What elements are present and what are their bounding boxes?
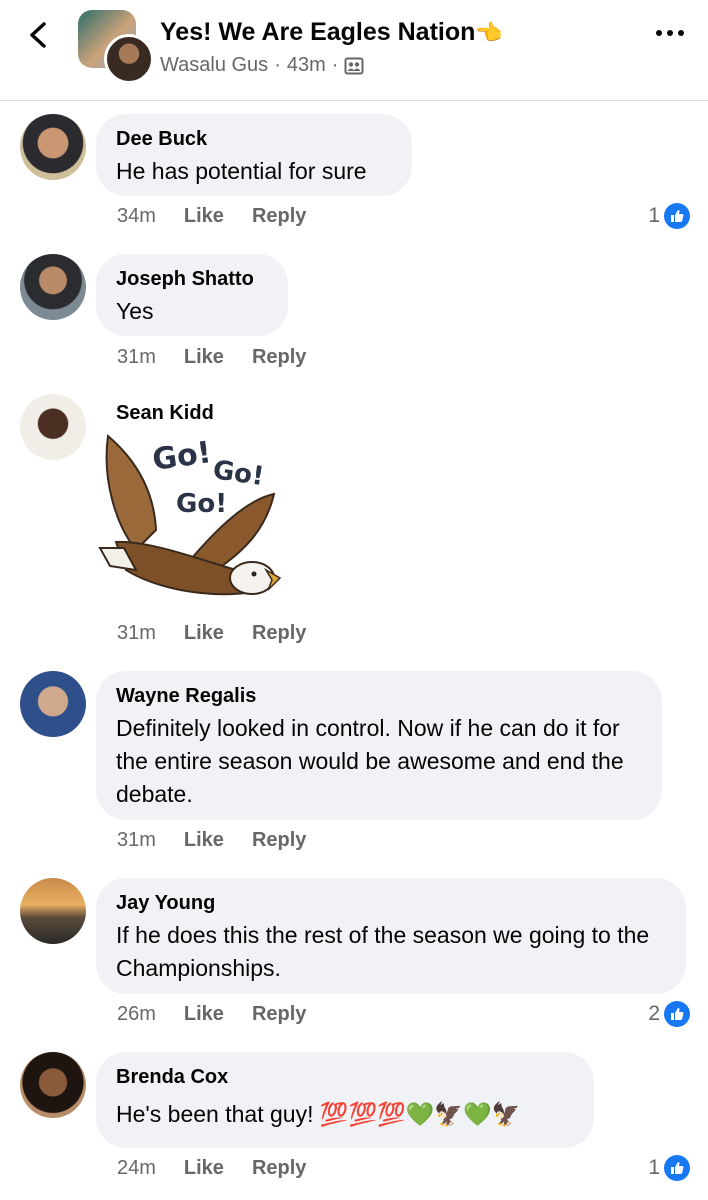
avatar[interactable] [20, 671, 86, 737]
like-button[interactable]: Like [184, 829, 224, 852]
comment-time[interactable]: 31m [117, 829, 156, 852]
group-name: Yes! We Are Eagles Nation [160, 18, 476, 46]
pointing-hand-emoji: 👈 [475, 20, 503, 45]
avatar[interactable] [20, 1052, 86, 1118]
avatar[interactable] [20, 114, 86, 180]
reply-button[interactable]: Reply [252, 622, 306, 645]
poster-avatar[interactable] [104, 34, 154, 84]
comment-bubble: Jay Young If he does this the rest of th… [96, 878, 686, 994]
more-options-icon[interactable] [656, 30, 684, 36]
comment-time[interactable]: 26m [117, 1003, 156, 1026]
comment-actions: 31m Like Reply [117, 829, 306, 852]
comment-bubble: Wayne Regalis Definitely looked in contr… [96, 671, 662, 820]
like-button[interactable]: Like [184, 346, 224, 369]
comment-actions: 24m Like Reply [117, 1157, 306, 1180]
post-time[interactable]: 43m [287, 54, 326, 77]
comment-actions: 31m Like Reply [117, 622, 306, 645]
avatar[interactable] [20, 878, 86, 944]
separator: · [331, 54, 339, 76]
reply-button[interactable]: Reply [252, 205, 306, 228]
comment-time[interactable]: 31m [117, 346, 156, 369]
reply-button[interactable]: Reply [252, 1003, 306, 1026]
poster-name[interactable]: Wasalu Gus [160, 54, 268, 77]
reaction-summary[interactable]: 2 [648, 1001, 690, 1027]
reaction-count: 1 [648, 1156, 660, 1179]
separator: · [274, 54, 281, 76]
comment-author[interactable]: Joseph Shatto [116, 266, 268, 292]
comment-text: Definitely looked in control. Now if he … [116, 715, 624, 807]
back-arrow-icon[interactable] [24, 20, 54, 50]
comment-time[interactable]: 24m [117, 1157, 156, 1180]
comment-actions: 26m Like Reply [117, 1003, 306, 1026]
comment-author[interactable]: Dee Buck [116, 126, 392, 152]
like-button[interactable]: Like [184, 205, 224, 228]
comment-time[interactable]: 31m [117, 622, 156, 645]
reaction-count: 2 [648, 1002, 660, 1025]
comment-author[interactable]: Sean Kidd [116, 402, 214, 425]
reply-button[interactable]: Reply [252, 829, 306, 852]
like-button[interactable]: Like [184, 1003, 224, 1026]
avatar[interactable] [20, 254, 86, 320]
comment-text: He's been that guy! 💯💯💯💚🦅💚🦅 [116, 1101, 521, 1127]
comment-author[interactable]: Wayne Regalis [116, 683, 642, 709]
eagle-go-sticker[interactable]: Go! Go! Go! [96, 430, 282, 608]
post-subtitle: Wasalu Gus · 43m · [160, 54, 364, 77]
comment-actions: 34m Like Reply [117, 205, 306, 228]
svg-text:Go!: Go! [176, 489, 227, 519]
comment-author[interactable]: Jay Young [116, 890, 666, 916]
group-title[interactable]: Yes! We Are Eagles Nation👈 [160, 18, 503, 47]
comment-author[interactable]: Brenda Cox [116, 1064, 574, 1090]
avatar[interactable] [20, 394, 86, 460]
members-audience-icon [344, 57, 364, 74]
comment-text: If he does this the rest of the season w… [116, 922, 650, 981]
comment-bubble: Brenda Cox He's been that guy! 💯💯💯💚🦅💚🦅 [96, 1052, 594, 1148]
post-header: Yes! We Are Eagles Nation👈 Wasalu Gus · … [0, 0, 708, 101]
svg-text:Go!: Go! [150, 435, 213, 478]
comment-time[interactable]: 34m [117, 205, 156, 228]
thumbs-up-icon [664, 203, 690, 229]
comment-text: He has potential for sure [116, 158, 367, 184]
comment-bubble: Joseph Shatto Yes [96, 254, 288, 336]
comment-text: Yes [116, 298, 154, 324]
like-button[interactable]: Like [184, 622, 224, 645]
like-button[interactable]: Like [184, 1157, 224, 1180]
svg-text:Go!: Go! [211, 455, 266, 492]
reaction-summary[interactable]: 1 [648, 203, 690, 229]
reaction-count: 1 [648, 204, 660, 227]
comment-actions: 31m Like Reply [117, 346, 306, 369]
reply-button[interactable]: Reply [252, 1157, 306, 1180]
thumbs-up-icon [664, 1001, 690, 1027]
comment-bubble: Dee Buck He has potential for sure [96, 114, 412, 196]
thumbs-up-icon [664, 1155, 690, 1181]
reply-button[interactable]: Reply [252, 346, 306, 369]
reaction-summary[interactable]: 1 [648, 1155, 690, 1181]
